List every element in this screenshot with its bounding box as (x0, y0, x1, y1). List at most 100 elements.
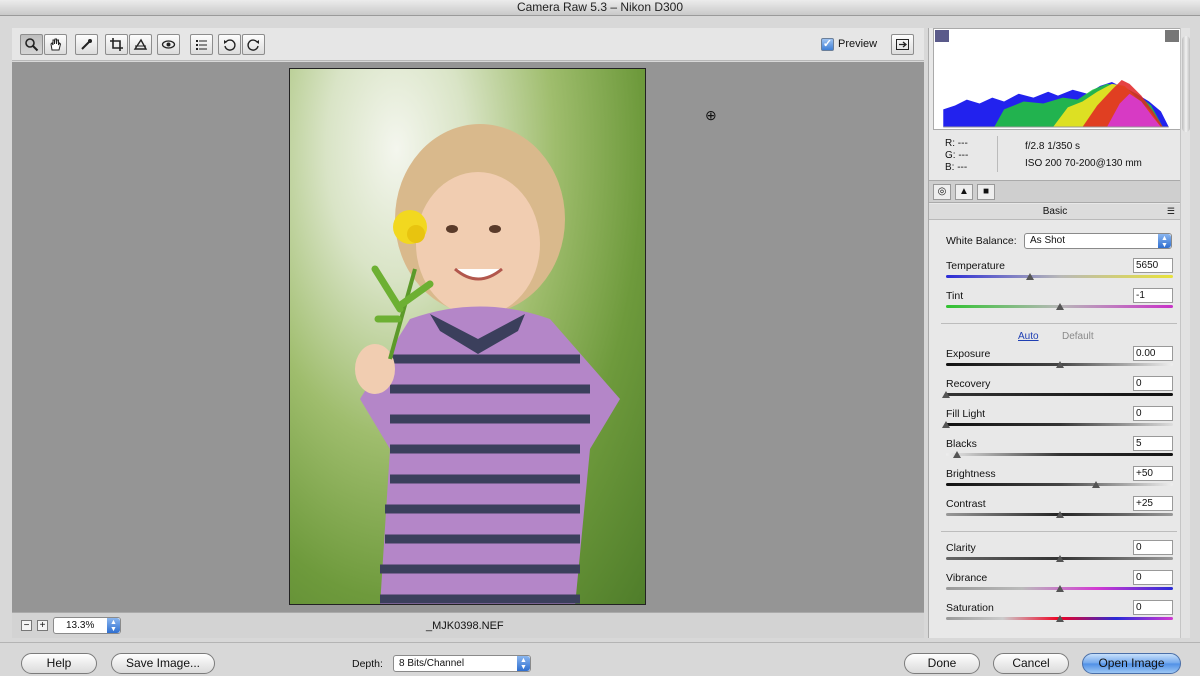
crop-tool[interactable] (105, 34, 128, 55)
exif-iso-lens: ISO 200 70-200@130 mm (1025, 158, 1142, 169)
window-title: Camera Raw 5.3 – Nikon D300 (0, 0, 1200, 16)
panel-title: Basic (1042, 206, 1068, 217)
cancel-button[interactable]: Cancel (993, 653, 1069, 674)
depth-value: 8 Bits/Channel (399, 658, 465, 669)
image-canvas[interactable]: ⊕ (12, 62, 924, 612)
tint-field[interactable]: -1 (1133, 288, 1173, 303)
recovery-label: Recovery (946, 378, 991, 390)
zoom-select[interactable]: 13.3% ▲ ▼ (53, 617, 121, 634)
brightness-slider-thumb[interactable] (1091, 481, 1100, 488)
clarity-field[interactable]: 0 (1133, 540, 1173, 555)
hand-icon (50, 38, 62, 51)
preview-label: Preview (838, 38, 878, 50)
adjustment-panel: R: --- G: --- B: --- f/2.8 1/350 s ISO 2… (928, 28, 1190, 638)
white-balance-select[interactable]: As Shot ▲ ▼ (1024, 233, 1172, 249)
panel-scrollbar[interactable] (1180, 28, 1190, 638)
select-arrows-icon: ▲ ▼ (1158, 234, 1171, 249)
brightness-slider-track[interactable] (946, 483, 1173, 486)
readout-area: R: --- G: --- B: --- f/2.8 1/350 s ISO 2… (933, 132, 1181, 178)
zoom-out-button[interactable]: − (21, 620, 32, 631)
recovery-slider-thumb[interactable] (942, 391, 950, 398)
saturation-field[interactable]: 0 (1133, 600, 1173, 615)
vibrance-slider-thumb[interactable] (1055, 585, 1064, 592)
vibrance-field[interactable]: 0 (1133, 570, 1173, 585)
fill-light-label: Fill Light (946, 408, 986, 420)
exif-aperture-shutter: f/2.8 1/350 s (1025, 141, 1081, 152)
clarity-slider-thumb[interactable] (1055, 555, 1064, 562)
auto-link[interactable]: Auto (1018, 331, 1039, 342)
scroll-thumb[interactable] (1182, 36, 1190, 132)
rotate-left-icon (224, 39, 236, 51)
rotate-right-icon (247, 39, 259, 51)
tint-slider-thumb[interactable] (1055, 303, 1064, 310)
open-image-button[interactable]: Open Image (1082, 653, 1181, 674)
panel-menu-icon[interactable]: ☰ (1167, 204, 1175, 219)
contrast-label: Contrast (946, 498, 986, 510)
fill-light-slider-thumb[interactable] (942, 421, 950, 428)
status-bar: − + 13.3% ▲ ▼ _MJK0398.NEF (12, 612, 924, 638)
brightness-field[interactable]: +50 (1133, 466, 1173, 481)
exposure-field[interactable]: 0.00 (1133, 346, 1173, 361)
white-balance-value: As Shot (1030, 235, 1066, 246)
histogram-graph (943, 79, 1169, 128)
select-arrows-icon: ▲ ▼ (107, 618, 120, 633)
tab-tone-curve[interactable]: ▲ (955, 184, 973, 200)
blue-readout: B: --- (945, 162, 968, 173)
temperature-label: Temperature (946, 260, 1005, 272)
photo-image (355, 124, 620, 604)
recovery-slider-track[interactable] (946, 393, 1173, 396)
straighten-icon (133, 38, 148, 50)
exposure-label: Exposure (946, 348, 991, 360)
zoom-value: 13.3% (66, 620, 95, 631)
temperature-field[interactable]: 5650 (1133, 258, 1173, 273)
saturation-label: Saturation (946, 602, 994, 614)
red-readout: R: --- (945, 138, 968, 149)
fullscreen-button[interactable] (891, 34, 914, 55)
vibrance-label: Vibrance (946, 572, 988, 584)
blacks-field[interactable]: 5 (1133, 436, 1173, 451)
footer-bar: Help Save Image... Depth: 8 Bits/Channel… (0, 642, 1200, 676)
white-balance-label: White Balance: (946, 235, 1017, 247)
depth-label: Depth: (352, 658, 383, 670)
saturation-slider-thumb[interactable] (1055, 615, 1064, 622)
section-divider (941, 323, 1177, 324)
aperture-icon: ◎ (937, 186, 947, 197)
panel-header: Basic ☰ (929, 204, 1181, 220)
photo-preview (289, 68, 646, 605)
section-divider (941, 531, 1177, 532)
eyedropper-icon (81, 39, 92, 50)
blacks-slider-thumb[interactable] (953, 451, 962, 458)
red-eye-tool[interactable] (157, 34, 180, 55)
rotate-ccw-tool[interactable] (218, 34, 241, 55)
filename-label: _MJK0398.NEF (426, 620, 504, 632)
zoom-tool[interactable] (20, 34, 43, 55)
green-readout: G: --- (945, 150, 969, 161)
temperature-slider-thumb[interactable] (1025, 273, 1034, 280)
default-link[interactable]: Default (1062, 331, 1094, 342)
exposure-slider-thumb[interactable] (1055, 361, 1064, 368)
white-balance-tool[interactable] (75, 34, 98, 55)
recovery-field[interactable]: 0 (1133, 376, 1173, 391)
fill-light-slider-track[interactable] (946, 423, 1173, 426)
straighten-tool[interactable] (129, 34, 152, 55)
done-button[interactable]: Done (904, 653, 980, 674)
camera-icon: ■ (982, 186, 990, 197)
zoom-cursor-icon: ⊕ (705, 107, 717, 123)
preferences-tool[interactable] (190, 34, 213, 55)
help-button[interactable]: Help (21, 653, 97, 674)
rotate-cw-tool[interactable] (242, 34, 265, 55)
save-image-button[interactable]: Save Image... (111, 653, 215, 674)
tab-basic[interactable]: ◎ (933, 184, 951, 200)
tab-camera-calibration[interactable]: ■ (977, 184, 995, 200)
select-arrows-icon: ▲ ▼ (517, 656, 530, 671)
depth-select[interactable]: 8 Bits/Channel ▲ ▼ (393, 655, 531, 672)
hand-tool[interactable] (44, 34, 67, 55)
preview-checkbox[interactable]: ✓ (821, 38, 834, 51)
zoom-in-button[interactable]: + (37, 620, 48, 631)
contrast-slider-thumb[interactable] (1055, 511, 1064, 518)
contrast-field[interactable]: +25 (1133, 496, 1173, 511)
fill-light-field[interactable]: 0 (1133, 406, 1173, 421)
temperature-slider-track[interactable] (946, 275, 1173, 278)
blacks-slider-track[interactable] (946, 453, 1173, 456)
fullscreen-icon (896, 39, 909, 50)
